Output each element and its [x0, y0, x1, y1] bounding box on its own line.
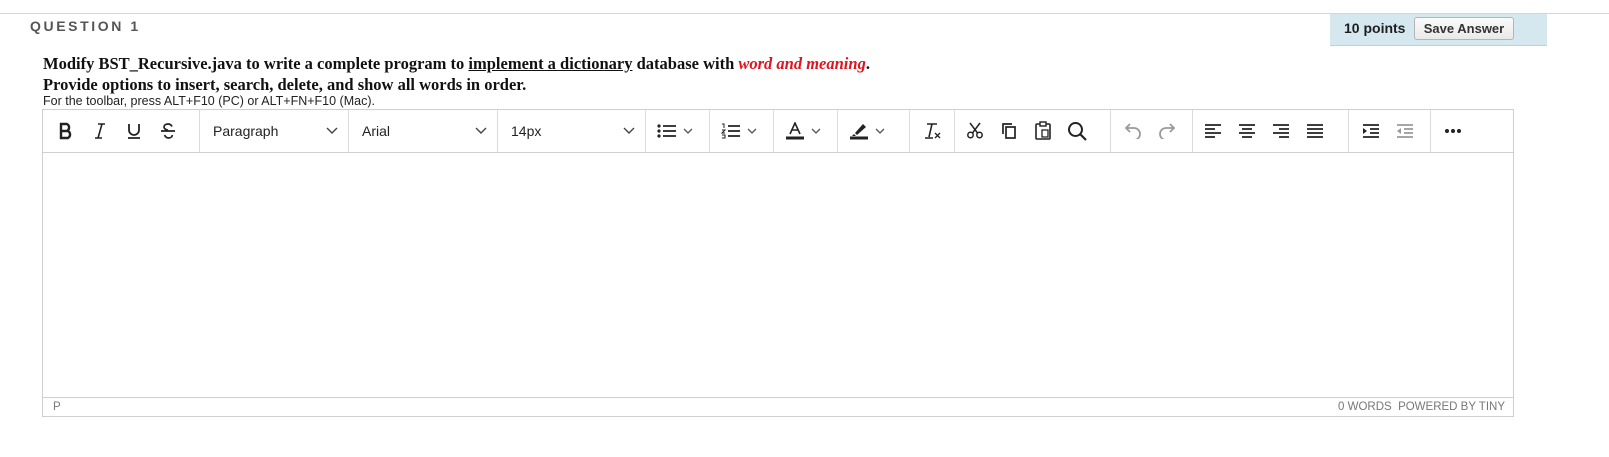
editor-statusbar: P 0 WORDS POWERED BY TINY: [43, 397, 1513, 416]
underline-button[interactable]: [117, 116, 151, 146]
question-highlighted-phrase: word and meaning: [738, 54, 866, 73]
align-left-button[interactable]: [1196, 116, 1230, 146]
italic-icon: [93, 122, 107, 140]
toolbar-hint: For the toolbar, press ALT+F10 (PC) or A…: [43, 94, 375, 108]
outdent-button[interactable]: [1388, 116, 1422, 146]
format-group: [43, 110, 200, 152]
question-line-1-part-b: database with: [632, 54, 739, 73]
copy-button[interactable]: [992, 116, 1026, 146]
bullet-list-button[interactable]: [649, 116, 705, 146]
strikethrough-icon: [160, 122, 176, 140]
align-right-icon: [1272, 123, 1290, 139]
bullet-list-group: [646, 110, 710, 152]
underline-icon: [127, 122, 141, 140]
align-left-icon: [1204, 123, 1222, 139]
numbered-list-group: [710, 110, 774, 152]
more-icon: [1444, 128, 1462, 134]
question-underlined-phrase: implement a dictionary: [468, 54, 633, 73]
chevron-down-icon: [811, 128, 821, 135]
element-path[interactable]: P: [53, 401, 61, 413]
chevron-down-icon: [326, 127, 338, 135]
text-color-group: [774, 110, 838, 152]
rich-text-editor: Paragraph Arial 14px P 0 WORDS POWERED B…: [42, 109, 1514, 417]
status-right: 0 WORDS POWERED BY TINY: [1338, 401, 1505, 413]
chevron-down-icon: [683, 128, 693, 135]
paste-icon: [1034, 121, 1052, 141]
font-family-select[interactable]: Arial: [349, 110, 498, 152]
redo-icon: [1158, 123, 1176, 139]
more-group: [1431, 110, 1476, 152]
align-right-button[interactable]: [1264, 116, 1298, 146]
editor-toolbar: Paragraph Arial 14px: [43, 110, 1513, 153]
bold-button[interactable]: [49, 116, 83, 146]
font-size-value: 14px: [511, 123, 542, 139]
question-title: QUESTION 1: [30, 18, 141, 34]
align-center-button[interactable]: [1230, 116, 1264, 146]
block-format-value: Paragraph: [213, 123, 279, 139]
font-size-select[interactable]: 14px: [498, 110, 646, 152]
chevron-down-icon: [623, 127, 635, 135]
question-text: Modify BST_Recursive.java to write a com…: [43, 53, 870, 95]
block-format-select[interactable]: Paragraph: [200, 110, 349, 152]
paste-button[interactable]: [1026, 116, 1060, 146]
indent-button[interactable]: [1354, 116, 1388, 146]
question-line-1-part-a: Modify BST_Recursive.java to write a com…: [43, 54, 469, 73]
numbered-list-icon: [721, 123, 741, 139]
clipboard-group: [955, 110, 1111, 152]
more-button[interactable]: [1436, 116, 1470, 146]
history-group: [1111, 110, 1193, 152]
points-label: 10 points: [1344, 20, 1406, 36]
points-panel: 10 points Save Answer: [1330, 14, 1547, 46]
question-line-1: Modify BST_Recursive.java to write a com…: [43, 53, 870, 74]
text-color-icon: [785, 122, 805, 140]
numbered-list-button[interactable]: [713, 116, 769, 146]
highlight-group: [838, 110, 910, 152]
chevron-down-icon: [747, 128, 757, 135]
bold-icon: [58, 122, 74, 140]
clear-formatting-button[interactable]: [915, 116, 949, 146]
alignment-group: [1193, 110, 1349, 152]
cut-button[interactable]: [958, 116, 992, 146]
outdent-icon: [1396, 123, 1414, 139]
indent-group: [1349, 110, 1431, 152]
word-count[interactable]: 0 WORDS: [1338, 401, 1392, 413]
copy-icon: [1001, 122, 1017, 140]
find-icon: [1067, 121, 1087, 141]
clear-format-group: [910, 110, 955, 152]
question-line-2: Provide options to insert, search, delet…: [43, 75, 527, 94]
editor-content-area[interactable]: [43, 152, 1513, 398]
highlight-button[interactable]: [841, 116, 903, 146]
text-color-button[interactable]: [777, 116, 833, 146]
clear-formatting-icon: [922, 122, 942, 140]
cut-icon: [966, 122, 984, 140]
italic-button[interactable]: [83, 116, 117, 146]
align-center-icon: [1238, 123, 1256, 139]
find-button[interactable]: [1060, 116, 1094, 146]
justify-button[interactable]: [1298, 116, 1332, 146]
indent-icon: [1362, 123, 1380, 139]
save-answer-button[interactable]: Save Answer: [1414, 17, 1514, 40]
powered-by-link[interactable]: POWERED BY TINY: [1398, 401, 1505, 413]
font-family-value: Arial: [362, 123, 391, 139]
chevron-down-icon: [475, 127, 487, 135]
highlight-icon: [849, 122, 869, 140]
redo-button[interactable]: [1150, 116, 1184, 146]
question-line-1-end: .: [865, 54, 870, 73]
strikethrough-button[interactable]: [151, 116, 185, 146]
undo-button[interactable]: [1116, 116, 1150, 146]
chevron-down-icon: [875, 128, 885, 135]
undo-icon: [1124, 123, 1142, 139]
justify-icon: [1306, 123, 1324, 139]
bullet-list-icon: [657, 123, 677, 139]
